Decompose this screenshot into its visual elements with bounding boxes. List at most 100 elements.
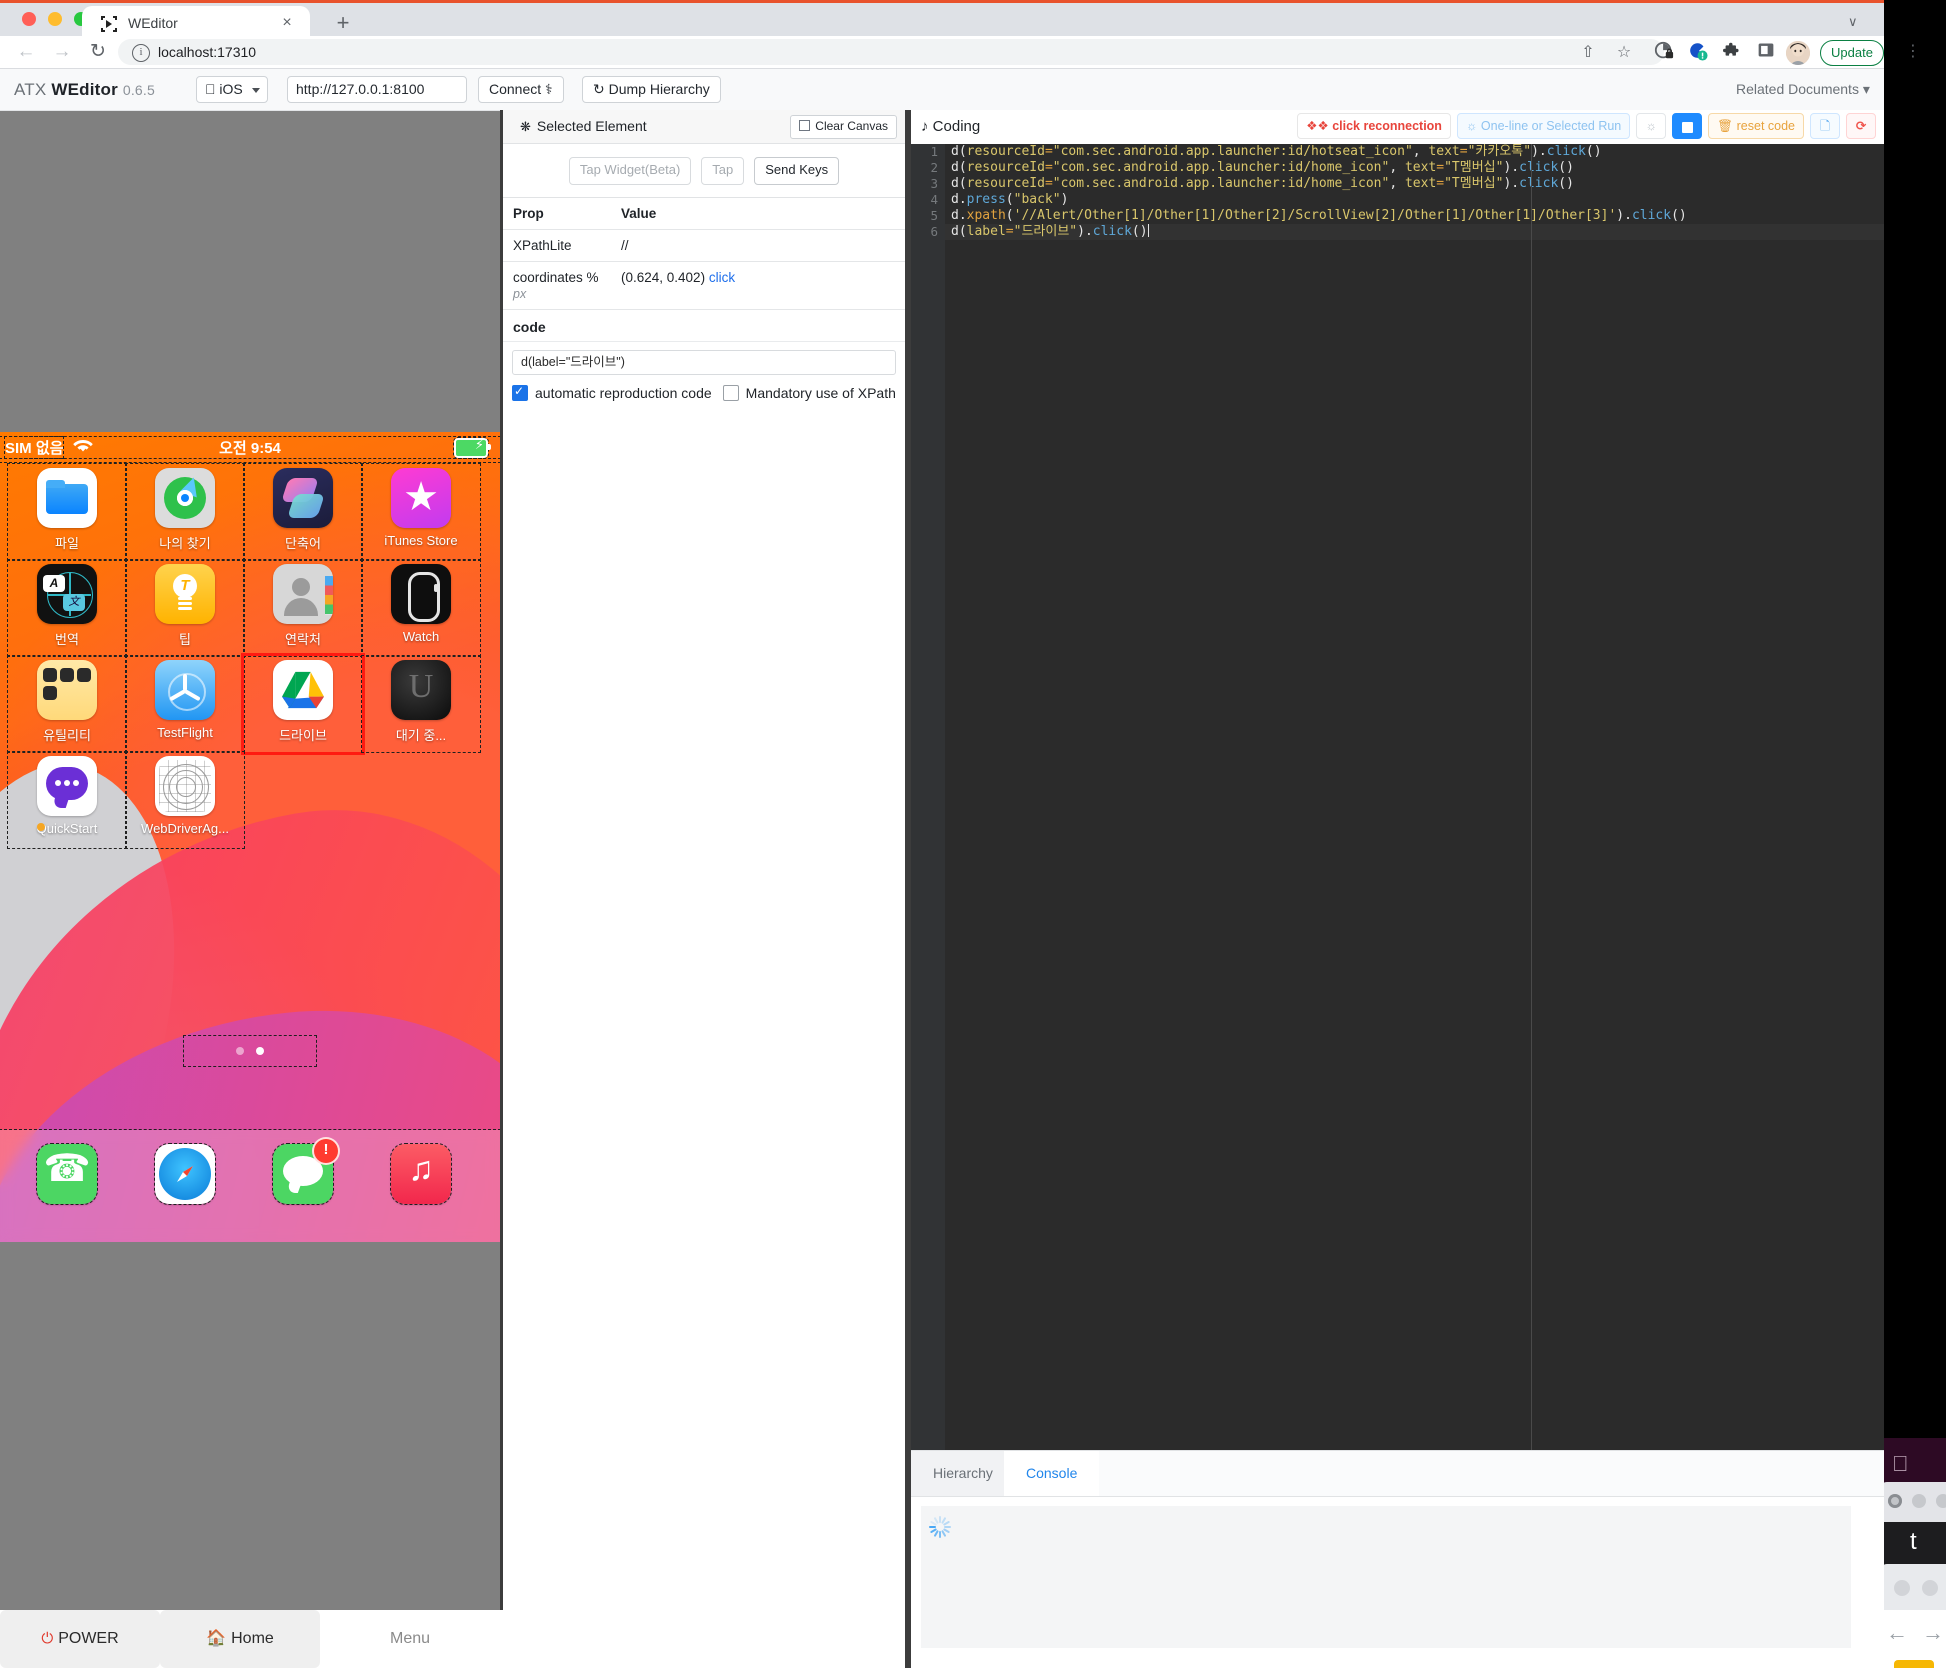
bookmark-star-icon[interactable]: ☆ — [1612, 41, 1636, 65]
clear-canvas-button[interactable]: Clear Canvas — [790, 115, 897, 139]
mandatory-xpath-checkbox[interactable] — [722, 385, 739, 401]
row-value: // — [611, 229, 905, 262]
minimize-window-button[interactable] — [48, 12, 62, 26]
tab-hierarchy[interactable]: Hierarchy — [911, 1451, 1016, 1496]
tab-close-icon[interactable]: × — [278, 14, 296, 32]
app-icon-quickstart[interactable]: QuickStart — [7, 751, 127, 849]
window-traffic-lights[interactable] — [22, 12, 88, 26]
related-documents-dropdown[interactable]: Related Documents ▾ — [1736, 81, 1870, 98]
update-button[interactable]: Update — [1820, 40, 1884, 66]
refresh-button[interactable]: ⟳ — [1846, 113, 1876, 139]
app-label: Watch — [402, 629, 440, 644]
code-input[interactable]: d(label="드라이브") — [512, 350, 896, 375]
app-icon-testflight[interactable]: TestFlight — [125, 655, 245, 753]
app-icon-utilities-folder[interactable]: 유틸리티 — [7, 655, 127, 753]
avatar[interactable] — [1786, 41, 1810, 65]
testflight-icon — [155, 660, 215, 720]
code-line[interactable]: d.press("back") — [945, 192, 1884, 208]
code-line[interactable]: d(resourceId="com.sec.android.app.launch… — [945, 176, 1884, 192]
dock-item-messages[interactable]: ! — [244, 1137, 362, 1205]
tab-search-chevron-icon[interactable]: ∨ — [1848, 14, 1858, 30]
forward-icon[interactable]: → — [50, 40, 74, 64]
browser-menu-icon[interactable]: ⋮ — [1903, 40, 1923, 64]
coordinates-click-link[interactable]: click — [709, 270, 735, 285]
table-row: XPathLite // — [503, 229, 905, 262]
extension-privacy-icon[interactable] — [1652, 41, 1676, 65]
device-screenshot[interactable]: SIM 없음 오전 9:54 ⚡ 파일 나의 찾기 단축어 ★ iTunes S… — [0, 432, 500, 1242]
code-line[interactable]: d(resourceId="com.sec.android.app.launch… — [945, 144, 1884, 160]
app-icon-shortcuts[interactable]: 단축어 — [243, 463, 363, 561]
itunes-store-icon: ★ — [391, 468, 451, 528]
bg-traffic-lights-2 — [1894, 1580, 1938, 1596]
page-dot-active[interactable] — [256, 1047, 264, 1055]
app-icon-find-my[interactable]: 나의 찾기 — [125, 463, 245, 561]
app-label: 유틸리티 — [43, 728, 91, 743]
one-line-or-selected-run-button[interactable]: ☼ One-line or Selected Run — [1456, 113, 1631, 139]
app-icon-google-drive[interactable]: 드라이브 — [241, 653, 365, 755]
automatic-reproduction-checkbox[interactable] — [512, 384, 528, 401]
app-label: 대기 중... — [395, 728, 447, 743]
col-value: Value — [611, 198, 905, 230]
app-icon-itunes-store[interactable]: ★ iTunes Store — [361, 463, 481, 561]
tab-console[interactable]: Console — [1004, 1451, 1100, 1496]
selected-element-actions: Tap Widget(Beta) Tap Send Keys — [503, 144, 905, 198]
app-label: 나의 찾기 — [159, 536, 211, 551]
extensions-puzzle-icon[interactable] — [1720, 41, 1744, 65]
back-icon[interactable]: ← — [14, 40, 38, 64]
connect-button[interactable]: Connect ⚕ — [478, 76, 564, 103]
row-prop-sub: px — [513, 287, 527, 301]
address-bar[interactable]: i localhost:17310 — [118, 39, 1664, 65]
share-icon[interactable]: ⇧ — [1576, 41, 1600, 65]
console-output[interactable] — [921, 1506, 1851, 1648]
copy-icon: 🗋 — [1819, 119, 1831, 133]
google-slides-icon — [1894, 1660, 1934, 1668]
code-editor[interactable]: 1 2 3 4 5 6 d(resourceId="com.sec.androi… — [911, 144, 1884, 1450]
code-line[interactable]: d(resourceId="com.sec.android.app.launch… — [945, 160, 1884, 176]
spinner-icon: ☼ — [1645, 119, 1657, 133]
home-button[interactable]: 🏠 Home — [160, 1610, 320, 1668]
webdriveragent-icon — [155, 756, 215, 816]
app-icon-contacts[interactable]: 연락처 — [243, 559, 363, 657]
bg-traffic-lights — [1888, 1494, 1946, 1508]
new-tab-button[interactable]: + — [330, 10, 356, 36]
app-icon-webdriveragent[interactable]: WebDriverAg... — [125, 751, 245, 849]
copy-code-button[interactable]: 🗋 — [1810, 113, 1840, 139]
code-line[interactable]: d.xpath('//Alert/Other[1]/Other[1]/Other… — [945, 208, 1884, 224]
line-number: 3 — [930, 176, 938, 191]
reload-icon[interactable]: ↻ — [86, 40, 110, 64]
page-dot[interactable] — [236, 1047, 244, 1055]
code-line-active[interactable]: d(label="드라이브").click() — [945, 224, 1884, 240]
device-canvas[interactable]: SIM 없음 오전 9:54 ⚡ 파일 나의 찾기 단축어 ★ iTunes S… — [0, 110, 500, 1610]
dock-item-safari[interactable] — [126, 1138, 244, 1205]
menu-button[interactable]: Menu — [320, 1610, 500, 1668]
dump-hierarchy-button[interactable]: ↻ Dump Hierarchy — [582, 76, 721, 103]
dock-item-music[interactable] — [362, 1138, 480, 1205]
code-lines[interactable]: d(resourceId="com.sec.android.app.launch… — [945, 144, 1884, 240]
app-icon-files[interactable]: 파일 — [7, 463, 127, 561]
tap-widget-button[interactable]: Tap Widget(Beta) — [568, 156, 692, 185]
platform-select[interactable]:  iOS — [196, 76, 268, 103]
chevron-down-icon: ▾ — [1862, 81, 1870, 97]
reset-code-button[interactable]: 🗑 reset code — [1708, 113, 1804, 139]
site-info-icon[interactable]: i — [132, 44, 150, 62]
app-icon-watch[interactable]: Watch — [361, 559, 481, 657]
power-button[interactable]: ⏻ POWER — [0, 1610, 160, 1668]
line-number: 4 — [930, 192, 938, 207]
app-icon-translate[interactable]: A文 번역 — [7, 559, 127, 657]
selected-element-panel: ❋ Selected Element Clear Canvas Tap Widge… — [503, 110, 908, 1668]
device-url-input[interactable]: http://127.0.0.1:8100 — [287, 76, 467, 103]
extension-blue-icon[interactable] — [1686, 41, 1710, 65]
close-window-button[interactable] — [22, 12, 36, 26]
panel-divider[interactable] — [908, 110, 911, 1668]
tap-button[interactable]: Tap — [701, 156, 745, 185]
extension-square-icon[interactable] — [1754, 41, 1778, 65]
mandatory-xpath-label: Mandatory use of XPath — [745, 385, 896, 401]
stop-button[interactable] — [1672, 113, 1703, 139]
send-keys-button[interactable]: Send Keys — [754, 156, 840, 185]
click-reconnection-button[interactable]: ❖❖ click reconnection — [1297, 113, 1451, 139]
dock-item-phone[interactable] — [8, 1138, 126, 1205]
settings-spinner-button[interactable]: ☼ — [1636, 113, 1667, 139]
app-icon-tips[interactable]: 팁 — [125, 559, 245, 657]
app-icon-unreal-engine[interactable]: U 대기 중... — [361, 655, 481, 753]
bg-terminal-window: t — [1880, 1522, 1946, 1564]
